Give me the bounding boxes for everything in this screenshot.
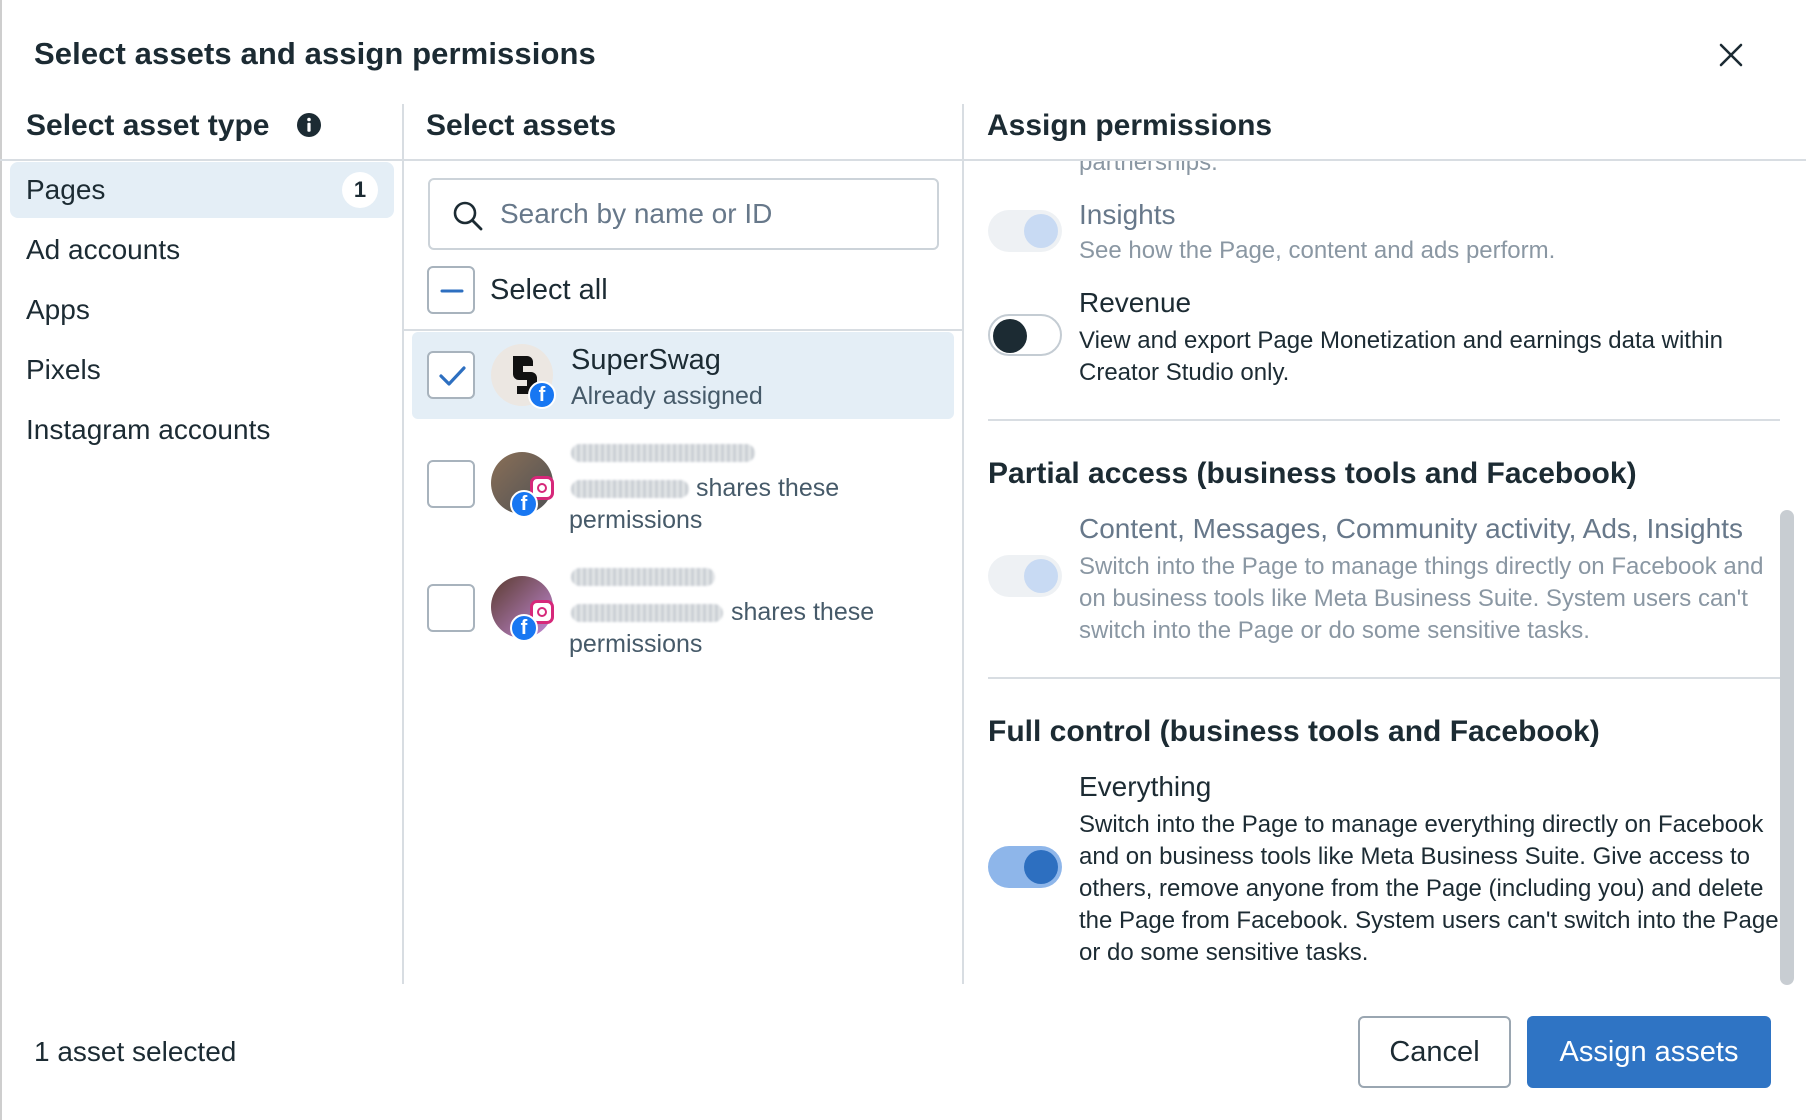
close-button[interactable] (1716, 40, 1746, 70)
permission-title: Content, Messages, Community activity, A… (1079, 513, 1743, 544)
search-icon (453, 201, 483, 231)
permissions-scrollbar[interactable] (1780, 510, 1794, 985)
permission-description: Switch into the Page to manage things di… (1079, 553, 1764, 644)
permission-title: Insights (1079, 199, 1176, 230)
asset-checkbox[interactable] (427, 460, 475, 508)
redacted-handle (571, 480, 689, 498)
asset-share-note: permissions (569, 506, 703, 534)
selection-status: 1 asset selected (34, 1036, 237, 1067)
header-divider (0, 159, 402, 161)
full-control-toggle[interactable] (988, 846, 1062, 888)
asset-type-label: Instagram accounts (26, 414, 271, 445)
select-all-label: Select all (490, 274, 608, 306)
checkmark-icon (439, 366, 466, 386)
info-icon[interactable] (296, 112, 322, 138)
full-control-title: Full control (business tools and Faceboo… (988, 715, 1600, 748)
assign-assets-button[interactable]: Assign assets (1527, 1016, 1771, 1088)
asset-status: Already assigned (571, 382, 763, 410)
permission-title: Revenue (1079, 287, 1192, 318)
permissions-scroll-area: partnerships. Insights See how the Page,… (988, 161, 1788, 983)
asset-checkbox[interactable] (427, 351, 475, 399)
assign-permissions-dialog: Select assets and assign permissions Sel… (0, 0, 1806, 1120)
asset-type-apps[interactable]: Apps (10, 282, 394, 338)
asset-type-label: Pages (26, 174, 106, 205)
asset-share-note: shares these (731, 598, 875, 626)
dialog-title: Select assets and assign permissions (34, 36, 596, 71)
permission-description: View and export Page Monetization and ea… (1079, 327, 1723, 386)
redacted-name (571, 568, 715, 586)
asset-share-note: permissions (569, 630, 703, 658)
partial-access-title: Partial access (business tools and Faceb… (988, 457, 1637, 490)
select-all-checkbox[interactable] (427, 266, 475, 314)
permission-description: See how the Page, content and ads perfor… (1079, 237, 1556, 264)
select-assets-heading: Select assets (426, 109, 617, 142)
cancel-button[interactable]: Cancel (1358, 1016, 1511, 1088)
facebook-badge-icon: f (510, 490, 538, 518)
asset-type-pages[interactable]: Pages 1 (10, 162, 394, 218)
revenue-toggle[interactable] (988, 314, 1062, 356)
close-icon (1719, 43, 1743, 67)
asset-checkbox[interactable] (427, 584, 475, 632)
asset-type-instagram-accounts[interactable]: Instagram accounts (10, 402, 394, 458)
asset-type-label: Apps (26, 294, 90, 325)
insights-toggle[interactable] (988, 210, 1062, 252)
asset-type-label: Pixels (26, 354, 101, 385)
assign-permissions-heading: Assign permissions (987, 109, 1273, 142)
column-divider (962, 104, 964, 984)
window-edge (0, 0, 2, 1120)
partial-access-toggle[interactable] (988, 555, 1062, 597)
facebook-badge-icon: f (510, 614, 538, 642)
permission-description: Switch into the Page to manage everythin… (1079, 811, 1779, 966)
clipped-description: partnerships. (1079, 161, 1218, 176)
permission-title: Everything (1079, 771, 1212, 802)
asset-type-pixels[interactable]: Pixels (10, 342, 394, 398)
column-divider (402, 104, 404, 984)
header-divider (402, 159, 962, 161)
facebook-badge-icon: f (528, 381, 556, 409)
redacted-name (571, 444, 755, 462)
list-divider (402, 329, 962, 331)
search-input[interactable] (500, 180, 920, 248)
section-divider (988, 419, 1780, 421)
indeterminate-icon (440, 289, 464, 293)
search-box[interactable] (428, 178, 939, 250)
selected-count-badge: 1 (342, 172, 378, 208)
asset-name: SuperSwag (571, 344, 721, 376)
asset-type-heading: Select asset type (26, 109, 270, 142)
redacted-handle (571, 604, 723, 622)
section-divider (988, 677, 1780, 679)
asset-share-note: shares these (696, 474, 840, 502)
asset-type-ad-accounts[interactable]: Ad accounts (10, 222, 394, 278)
dialog-header: Select assets and assign permissions (34, 32, 1766, 76)
asset-type-label: Ad accounts (26, 234, 181, 265)
